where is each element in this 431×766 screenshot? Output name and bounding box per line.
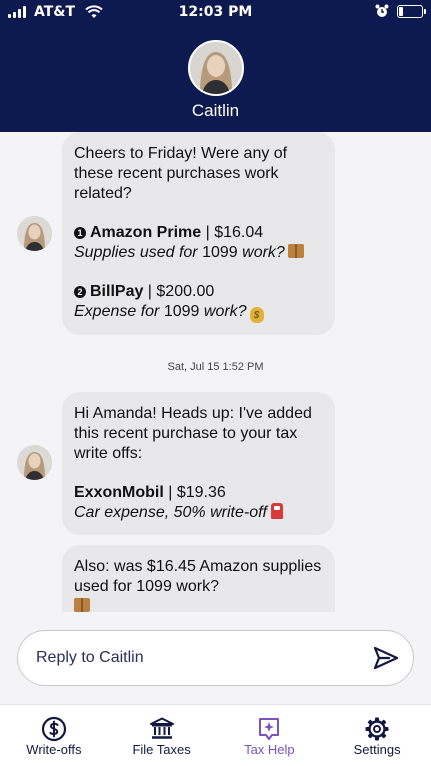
purchase-question: Expense for 1099 work? $ <box>74 302 323 323</box>
message-text: Cheers to Friday! Were any of these rece… <box>74 145 288 202</box>
message-avatar <box>17 216 52 251</box>
tab-label: Write-offs <box>26 742 82 757</box>
bank-icon <box>149 717 174 739</box>
gear-icon <box>365 717 389 741</box>
reply-input[interactable] <box>36 631 356 685</box>
message-text: Hi Amanda! Heads up: I've added this rec… <box>74 405 312 462</box>
question-tail: work? <box>203 303 247 320</box>
status-bar: AT&T 12:03 PM <box>0 0 431 26</box>
tab-file-taxes[interactable]: File Taxes <box>108 705 216 766</box>
question-plain: 1099 <box>163 303 200 320</box>
question-italic: Supplies used for <box>74 244 198 261</box>
tab-label: File Taxes <box>132 742 191 757</box>
purchase-question: Supplies used for 1099 work? <box>74 243 323 263</box>
write-off-text: Car expense, 50% write-off <box>74 504 267 521</box>
contact-photo <box>190 42 242 94</box>
purchase-line: ExxonMobil | $19.36 <box>74 483 323 503</box>
sender-photo <box>17 216 52 251</box>
tab-bar: Write-offs File Taxes Tax Help Settings <box>0 704 431 766</box>
message-avatar <box>17 445 52 480</box>
message-bubble: Hi Amanda! Heads up: I've added this rec… <box>62 392 335 535</box>
tab-settings[interactable]: Settings <box>323 705 431 766</box>
question-italic: Expense for <box>74 303 160 320</box>
status-time: 12:03 PM <box>178 4 253 20</box>
chat-header: AT&T 12:03 PM Caitlin <box>0 0 431 132</box>
merchant-name: ExxonMobil <box>74 484 164 501</box>
tab-write-offs[interactable]: Write-offs <box>0 705 108 766</box>
separator: | <box>143 283 157 300</box>
sparkle-chat-icon <box>259 718 280 740</box>
battery-level <box>399 6 403 16</box>
purchase-amount: $16.04 <box>214 224 264 241</box>
question-tail: work? <box>242 244 285 261</box>
package-emoji <box>74 598 90 612</box>
purchase-line: 2 BillPay | $200.00 <box>74 282 323 302</box>
separator: | <box>201 224 215 241</box>
purchase-amount: $200.00 <box>156 283 215 300</box>
contact-name: Caitlin <box>191 101 240 120</box>
message-bubble: Cheers to Friday! Were any of these rece… <box>62 132 335 335</box>
contact-avatar[interactable] <box>188 40 244 96</box>
sender-photo <box>17 445 52 480</box>
merchant-name: Amazon Prime <box>90 224 202 241</box>
tab-tax-help[interactable]: Tax Help <box>216 705 324 766</box>
battery-icon <box>397 4 426 18</box>
chat-thread[interactable]: Cheers to Friday! Were any of these rece… <box>0 132 431 612</box>
merchant-name: BillPay <box>90 283 144 300</box>
money-bag-emoji: $ <box>249 307 264 323</box>
dollar-circle-icon <box>41 716 66 742</box>
message-text-content: Also: was $16.45 Amazon supplies used fo… <box>74 558 322 595</box>
package-emoji <box>287 244 304 258</box>
send-icon[interactable] <box>373 645 399 671</box>
message-bubble: Also: was $16.45 Amazon supplies used fo… <box>62 545 335 612</box>
status-right <box>375 4 426 18</box>
number-badge: 2 <box>74 286 86 298</box>
tab-label: Settings <box>353 742 401 757</box>
fuel-pump-emoji <box>270 503 283 519</box>
purchase-line: 1 Amazon Prime | $16.04 <box>74 223 323 243</box>
alarm-icon <box>375 4 389 17</box>
number-badge: 1 <box>74 227 86 239</box>
question-plain: 1099 <box>202 244 238 261</box>
separator: | <box>163 484 177 501</box>
write-off-detail: Car expense, 50% write-off <box>74 503 323 523</box>
message-timestamp: Sat, Jul 15 1:52 PM <box>167 361 264 373</box>
tab-label: Tax Help <box>244 742 295 757</box>
purchase-amount: $19.36 <box>176 484 226 501</box>
reply-bar <box>17 630 414 686</box>
message-text: Also: was $16.45 Amazon supplies used fo… <box>74 557 323 612</box>
